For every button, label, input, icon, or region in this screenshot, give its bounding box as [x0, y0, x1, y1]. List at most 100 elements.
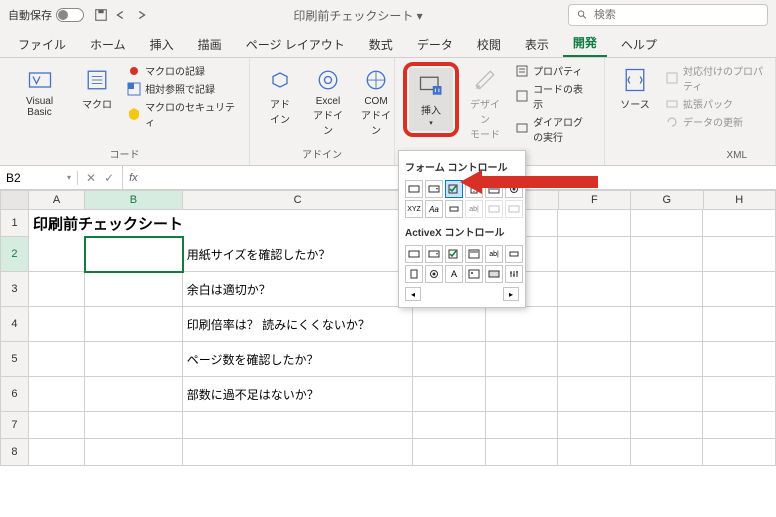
- form-scrollbar-icon[interactable]: [445, 200, 463, 218]
- spreadsheet-grid[interactable]: A B C D E F G H 1 印刷前チェックシート 2 用紙サイズを確認し…: [0, 190, 776, 466]
- tab-home[interactable]: ホーム: [80, 32, 136, 57]
- cell[interactable]: [413, 342, 486, 377]
- cell[interactable]: [631, 412, 704, 439]
- cell[interactable]: [703, 237, 776, 272]
- cell[interactable]: [85, 412, 183, 439]
- cell-C3[interactable]: 余白は適切か？: [183, 272, 413, 307]
- row-header-4[interactable]: 4: [0, 307, 29, 342]
- tab-view[interactable]: 表示: [515, 32, 559, 57]
- tab-page-layout[interactable]: ページ レイアウト: [236, 32, 355, 57]
- activex-morecontrols-icon[interactable]: [505, 265, 523, 283]
- cell[interactable]: [558, 272, 631, 307]
- cell[interactable]: [85, 439, 183, 466]
- col-header-H[interactable]: H: [704, 190, 776, 210]
- cell[interactable]: [183, 412, 413, 439]
- excel-addins-button[interactable]: Excel アドイン: [306, 62, 350, 141]
- undo-icon[interactable]: [114, 8, 128, 22]
- cell[interactable]: [631, 237, 704, 272]
- cell[interactable]: [29, 307, 85, 342]
- row-header-3[interactable]: 3: [0, 272, 29, 307]
- relative-reference-button[interactable]: 相対参照で記録: [123, 80, 241, 97]
- form-listbox-icon[interactable]: [485, 180, 503, 198]
- activex-textbox-icon[interactable]: ab|: [485, 245, 503, 263]
- addins-button[interactable]: アド イン: [258, 62, 302, 130]
- cell[interactable]: [486, 307, 559, 342]
- cell[interactable]: [486, 342, 559, 377]
- col-header-B[interactable]: B: [85, 190, 183, 210]
- tab-formulas[interactable]: 数式: [359, 32, 403, 57]
- view-code-button[interactable]: コードの表示: [511, 80, 596, 112]
- activex-commandbutton-icon[interactable]: [405, 245, 423, 263]
- form-groupbox-icon[interactable]: XYZ: [405, 200, 423, 218]
- refresh-data-button[interactable]: データの更新: [661, 113, 767, 130]
- com-addins-button[interactable]: COM アドイン: [354, 62, 398, 141]
- col-header-C[interactable]: C: [183, 190, 414, 210]
- search-input[interactable]: [594, 9, 759, 21]
- scroll-left-icon[interactable]: ◂: [405, 287, 421, 301]
- col-header-A[interactable]: A: [29, 190, 85, 210]
- cell[interactable]: [558, 237, 631, 272]
- row-header-1[interactable]: 1: [0, 210, 29, 237]
- fx-icon[interactable]: fx: [123, 172, 144, 184]
- cell-C6[interactable]: 部数に過不足はないか？: [183, 377, 413, 412]
- cell[interactable]: [631, 307, 704, 342]
- cell[interactable]: [413, 377, 486, 412]
- cell[interactable]: [703, 377, 776, 412]
- record-macro-button[interactable]: マクロの記録: [123, 62, 241, 79]
- cell[interactable]: [631, 210, 704, 237]
- form-button-icon[interactable]: [405, 180, 423, 198]
- tab-draw[interactable]: 描画: [188, 32, 232, 57]
- visual-basic-button[interactable]: Visual Basic: [8, 62, 71, 122]
- row-header-2[interactable]: 2: [0, 237, 29, 272]
- form-checkbox-icon[interactable]: [445, 180, 463, 198]
- cell[interactable]: [413, 412, 486, 439]
- tab-developer[interactable]: 開発: [563, 30, 607, 57]
- cell[interactable]: [558, 307, 631, 342]
- cell[interactable]: [703, 210, 776, 237]
- design-mode-button[interactable]: デザイン モード: [463, 62, 507, 145]
- select-all-button[interactable]: [0, 190, 29, 210]
- col-header-F[interactable]: F: [559, 190, 631, 210]
- cell[interactable]: [85, 377, 183, 412]
- form-textfield-icon[interactable]: ab|: [465, 200, 483, 218]
- cell[interactable]: [631, 377, 704, 412]
- save-icon[interactable]: [94, 8, 108, 22]
- cell-C5[interactable]: ページ数を確認したか？: [183, 342, 413, 377]
- activex-scrollbar-icon[interactable]: [505, 245, 523, 263]
- form-combolist-icon[interactable]: [485, 200, 503, 218]
- cell[interactable]: [631, 439, 704, 466]
- name-box[interactable]: B2 ▾: [0, 171, 78, 185]
- cell[interactable]: [558, 412, 631, 439]
- cell[interactable]: [29, 237, 85, 272]
- macros-button[interactable]: マクロ: [75, 62, 119, 115]
- tab-help[interactable]: ヘルプ: [611, 32, 667, 57]
- row-header-7[interactable]: 7: [0, 412, 29, 439]
- cell[interactable]: [703, 342, 776, 377]
- cell[interactable]: [29, 272, 85, 307]
- activex-image-icon[interactable]: [465, 265, 483, 283]
- expansion-packs-button[interactable]: 拡張パック: [661, 95, 767, 112]
- cell[interactable]: [703, 272, 776, 307]
- cell-B2-selected[interactable]: [85, 237, 183, 272]
- tab-review[interactable]: 校閲: [467, 32, 511, 57]
- activex-togglebutton-icon[interactable]: [485, 265, 503, 283]
- activex-checkbox-icon[interactable]: [445, 245, 463, 263]
- cell[interactable]: [703, 439, 776, 466]
- cell[interactable]: [558, 342, 631, 377]
- activex-label-icon[interactable]: A: [445, 265, 463, 283]
- row-header-6[interactable]: 6: [0, 377, 29, 412]
- col-header-G[interactable]: G: [631, 190, 703, 210]
- tab-insert[interactable]: 挿入: [140, 32, 184, 57]
- insert-controls-button[interactable]: 挿入 ▾: [409, 68, 453, 131]
- cancel-formula-icon[interactable]: ✕: [86, 171, 96, 185]
- cell[interactable]: [29, 342, 85, 377]
- form-spinner-icon[interactable]: [465, 180, 483, 198]
- cell-C4[interactable]: 印刷倍率は？ 読みにくくないか？: [183, 307, 413, 342]
- cell[interactable]: [631, 342, 704, 377]
- autosave-toggle[interactable]: 自動保存: [8, 7, 84, 23]
- activex-spinbutton-icon[interactable]: [405, 265, 423, 283]
- tab-file[interactable]: ファイル: [8, 32, 76, 57]
- document-title[interactable]: 印刷前チェックシート ▾: [148, 7, 568, 24]
- cell[interactable]: [703, 307, 776, 342]
- cell[interactable]: [85, 342, 183, 377]
